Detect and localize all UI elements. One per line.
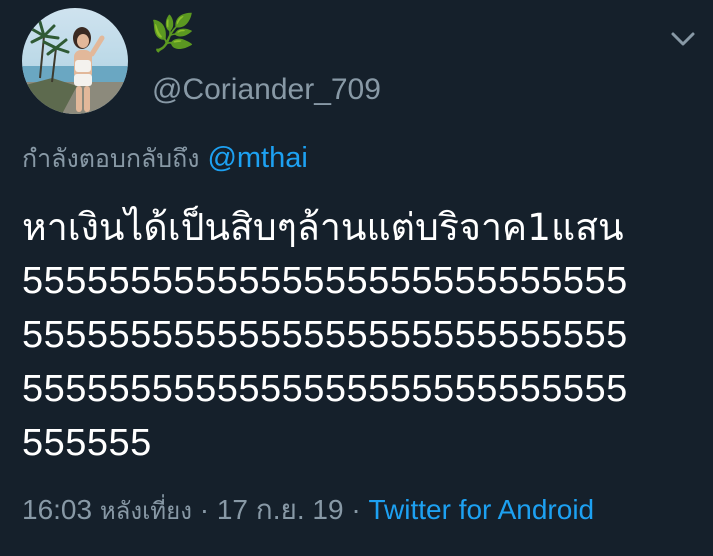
tweet-source-link[interactable]: Twitter for Android: [368, 494, 594, 525]
avatar[interactable]: [22, 8, 128, 114]
reply-mention-link[interactable]: @mthai: [207, 142, 307, 174]
meta-separator: ·: [199, 494, 210, 525]
chevron-down-icon[interactable]: [668, 24, 698, 54]
tweet-text-line: หาเงินได้เป็นสิบๆล้านแต่บริจาค1แสน: [22, 205, 624, 249]
reply-context: กำลังตอบกลับถึง @mthai: [22, 140, 308, 177]
user-handle[interactable]: @Coriander_709: [152, 72, 381, 108]
tweet-time[interactable]: 16:03: [22, 494, 92, 525]
tweet-text-line: 5555555555555555555555555555: [22, 368, 628, 410]
tweet-date[interactable]: 17 ก.ย. 19: [217, 494, 344, 525]
meta-separator: ·: [351, 494, 361, 525]
reply-prefix: กำลังตอบกลับถึง: [22, 144, 200, 173]
avatar-photo: [22, 8, 128, 114]
tweet-metadata: 16:03 หลังเที่ยง · 17 ก.ย. 19 · Twitter …: [22, 490, 594, 531]
tweet-text-line: 5555555555555555555555555555: [22, 314, 628, 356]
tweet-text-line: 555555: [22, 422, 152, 464]
tweet-text-line: 5555555555555555555555555555: [22, 260, 628, 302]
display-name[interactable]: 🌿: [150, 12, 195, 56]
tweet-time-of-day[interactable]: หลังเที่ยง: [100, 497, 192, 525]
tweet-text: หาเงินได้เป็นสิบๆล้านแต่บริจาค1แสน 55555…: [22, 200, 702, 470]
